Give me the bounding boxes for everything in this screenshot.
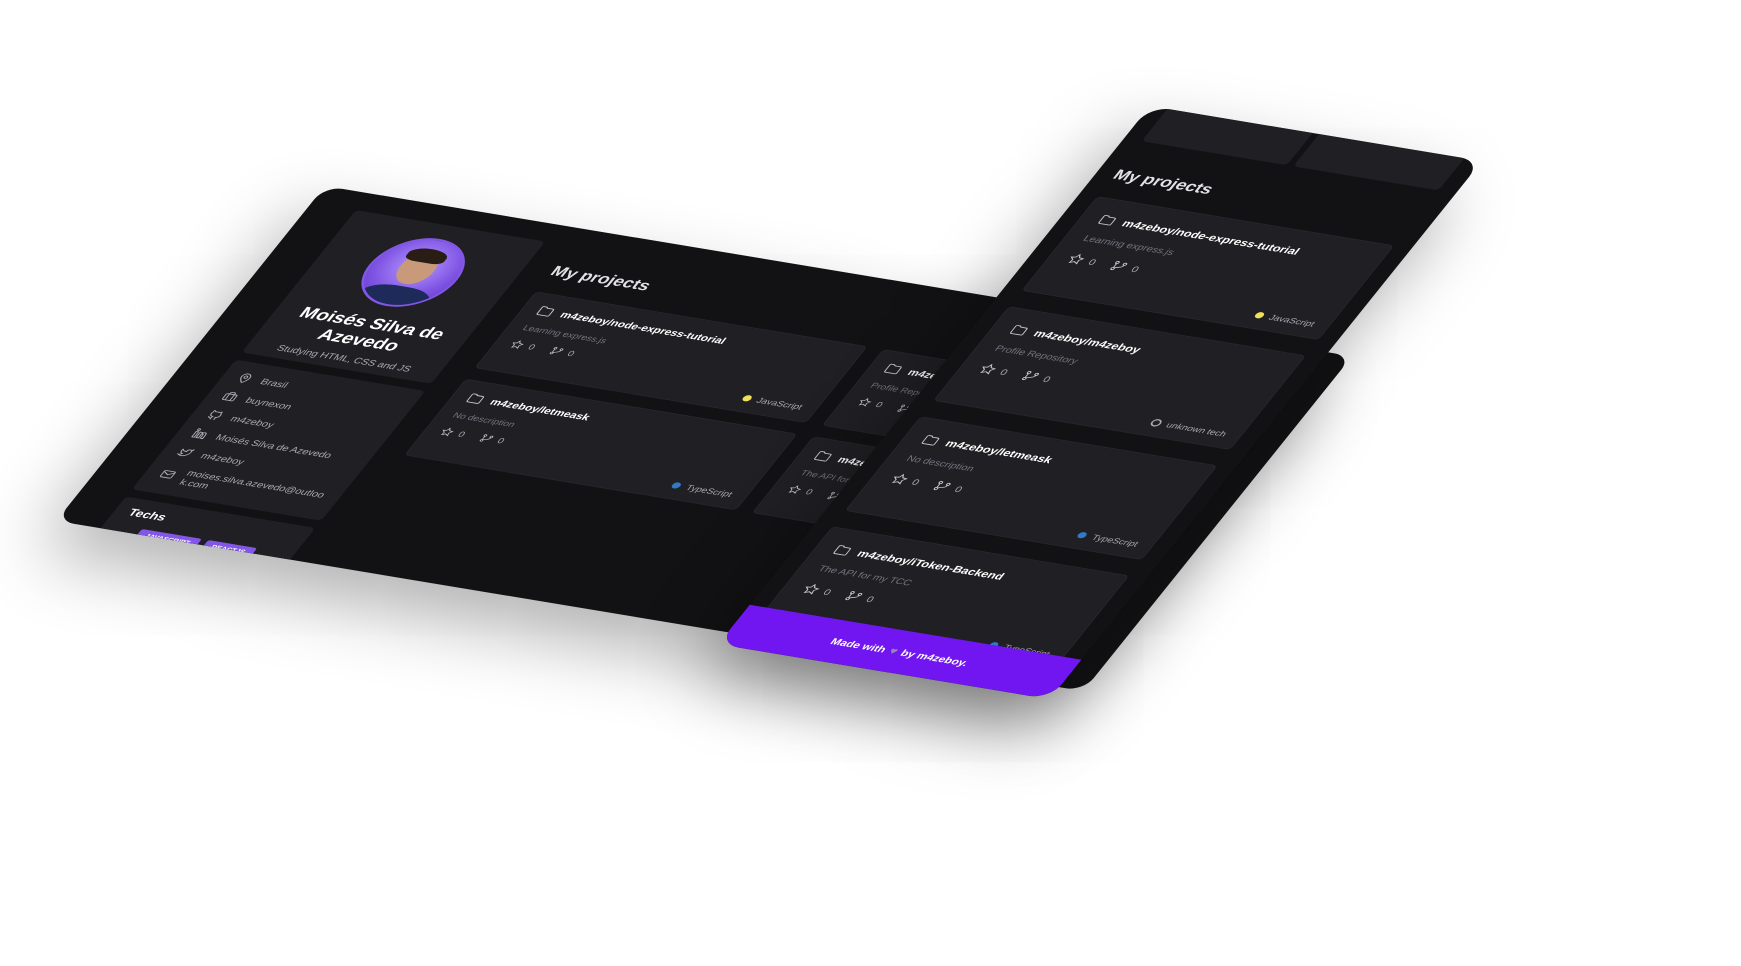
project-forks: 0 xyxy=(1106,259,1143,275)
tech-tag: HTML xyxy=(167,552,213,570)
star-icon xyxy=(440,427,454,437)
folder-icon xyxy=(466,393,484,404)
star-icon xyxy=(788,485,802,494)
star-icon xyxy=(510,340,524,349)
linkedin-icon xyxy=(189,427,212,440)
mobile-top-card xyxy=(1141,108,1313,166)
info-twitter-text: m4zeboy xyxy=(198,450,248,467)
star-icon xyxy=(980,363,997,375)
techs-title: Techs xyxy=(125,507,169,524)
mockup-stage: Moisés Silva de Azevedo Studying HTML, C… xyxy=(0,0,1741,966)
project-language: TypeScript xyxy=(1075,530,1141,549)
map-pin-icon xyxy=(234,372,257,385)
contact-info-card: Brasil buynexon m4zeboy Moisés Silva de … xyxy=(131,359,426,521)
experience-period: 2021 - Today xyxy=(60,604,128,623)
experiences-card: Experiences buynexon 2021 - Today CTO xyxy=(56,564,261,658)
info-location-text: Brasil xyxy=(258,376,292,390)
git-branch-icon xyxy=(1022,371,1040,381)
folder-icon xyxy=(921,435,940,446)
folder-icon xyxy=(1098,215,1116,226)
folder-icon xyxy=(814,451,832,462)
project-stars: 0 xyxy=(507,339,538,352)
project-stars: 0 xyxy=(785,484,816,497)
experience-company: buynexon xyxy=(68,595,124,613)
project-stars: 0 xyxy=(975,362,1012,378)
tech-tag: JAVASCRIPT xyxy=(133,529,202,550)
project-language: JavaScript xyxy=(1252,310,1317,328)
mail-icon xyxy=(156,468,179,481)
language-dot xyxy=(670,481,683,490)
project-forks: 0 xyxy=(842,589,879,605)
project-stars: 0 xyxy=(855,396,886,409)
tech-tag: REACTJS xyxy=(199,539,258,559)
tech-tag: CSS xyxy=(209,559,249,576)
project-forks: 0 xyxy=(930,479,967,495)
project-stars: 0 xyxy=(437,426,468,439)
git-branch-icon xyxy=(479,434,494,442)
star-icon xyxy=(803,583,820,595)
briefcase-icon xyxy=(219,390,242,403)
language-dot xyxy=(740,394,754,402)
git-branch-icon xyxy=(1110,261,1128,271)
language-dot xyxy=(1075,531,1089,539)
project-forks: 0 xyxy=(546,345,577,358)
experience-item: buynexon 2021 - Today CTO xyxy=(56,593,225,647)
experiences-title: Experiences xyxy=(70,575,154,598)
info-company-text: buynexon xyxy=(243,394,295,412)
star-icon xyxy=(858,397,872,407)
mobile-projects-title: My projects xyxy=(1109,166,1218,198)
git-branch-icon xyxy=(933,481,951,491)
avatar xyxy=(342,231,485,314)
project-forks: 0 xyxy=(1018,369,1055,385)
git-branch-icon xyxy=(845,591,863,601)
project-stars: 0 xyxy=(799,582,836,598)
folder-icon xyxy=(833,545,851,556)
language-dot xyxy=(1148,418,1164,428)
star-icon xyxy=(1068,253,1085,265)
footer-suffix[interactable]: by m4zeboy. xyxy=(898,648,971,668)
footer-prefix: Made with xyxy=(828,635,890,655)
twitter-icon xyxy=(174,446,197,459)
project-language: unknown tech xyxy=(1148,418,1229,439)
mobile-top-card xyxy=(1293,134,1465,191)
folder-icon xyxy=(884,363,902,375)
project-forks: 0 xyxy=(476,433,507,446)
folder-icon xyxy=(1010,325,1028,336)
experience-role: CTO xyxy=(56,613,83,626)
git-branch-icon xyxy=(549,346,564,355)
github-icon xyxy=(204,409,227,422)
project-stars: 0 xyxy=(887,472,924,488)
info-github-text: m4zeboy xyxy=(228,413,278,430)
language-dot xyxy=(1253,311,1266,319)
project-stars: 0 xyxy=(1064,252,1101,268)
folder-icon xyxy=(536,306,555,317)
tech-tag: NODEJS xyxy=(116,543,171,563)
star-icon xyxy=(891,473,908,485)
